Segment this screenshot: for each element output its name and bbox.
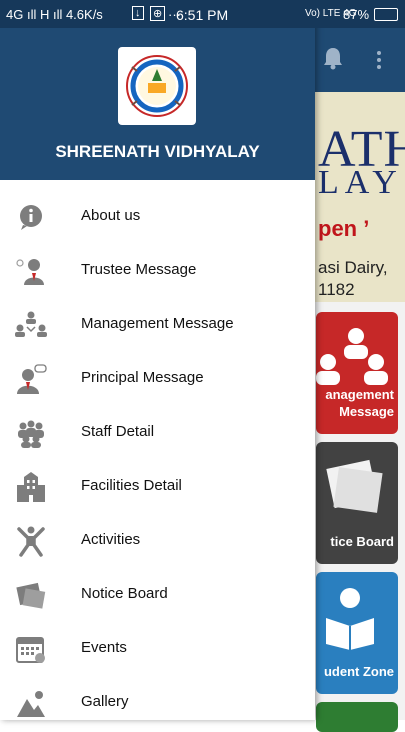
tile-student-zone[interactable]: udent Zone (316, 572, 398, 694)
calendar-icon (16, 637, 45, 663)
tile-label: tice Board (330, 534, 394, 549)
drawer-menu: About us Trustee Message Management Mess… (0, 190, 315, 730)
staff-icon (18, 420, 44, 448)
data-saver-icon: ⊕ (150, 6, 166, 21)
notice-icon (16, 582, 46, 609)
school-logo-emblem (126, 55, 188, 117)
building-icon (17, 472, 45, 502)
menu-item-trustee-message[interactable]: Trustee Message (0, 244, 315, 298)
menu-item-about-us[interactable]: About us (0, 190, 315, 244)
menu-label: Trustee Message (81, 261, 197, 278)
menu-label: Management Message (81, 315, 234, 332)
menu-item-activities[interactable]: Activities (0, 514, 315, 568)
principal-icon (17, 364, 47, 394)
menu-label: Events (81, 639, 127, 656)
menu-item-notice-board[interactable]: Notice Board (0, 568, 315, 622)
notification-bell-icon[interactable] (322, 46, 344, 70)
banner-phone: 1182 (318, 280, 355, 299)
activities-icon (17, 526, 45, 557)
tile-label: anagement Message (325, 387, 394, 419)
status-bar: 4G ıll H ıll 4.6K/s ↓ ⊕ ··· 6:51 PM Vo) … (0, 0, 405, 28)
menu-label: Facilities Detail (81, 477, 182, 494)
battery-percent: 87% (343, 7, 370, 22)
battery-icon (374, 8, 398, 21)
network-status: 4G ıll H ıll 4.6K/s (6, 7, 103, 22)
drawer-header: SHREENATH VIDHYALAY (0, 28, 315, 180)
student-tile-icon (326, 588, 374, 650)
menu-item-gallery[interactable]: Gallery (0, 676, 315, 730)
banner-subtitle: LAY (318, 164, 403, 201)
clock: 6:51 PM (176, 7, 229, 23)
menu-item-principal-message[interactable]: Principal Message (0, 352, 315, 406)
school-name: SHREENATH VIDHYALAY (55, 142, 260, 161)
menu-item-facilities-detail[interactable]: Facilities Detail (0, 460, 315, 514)
gallery-icon (17, 691, 45, 717)
school-logo (118, 47, 196, 125)
menu-label: Gallery (81, 693, 129, 710)
menu-label: Principal Message (81, 369, 204, 386)
trustee-icon (16, 259, 44, 285)
management-icon (15, 311, 47, 337)
management-tile-icon (316, 328, 388, 385)
navigation-drawer: SHREENATH VIDHYALAY About us Trustee Mes… (0, 0, 315, 720)
tile-management-message[interactable]: anagement Message (316, 312, 398, 434)
tile-label: udent Zone (323, 664, 394, 679)
menu-item-events[interactable]: Events (0, 622, 315, 676)
menu-label: Staff Detail (81, 423, 155, 440)
menu-label: Notice Board (81, 585, 168, 602)
banner-address: asi Dairy, (318, 258, 388, 277)
download-icon: ↓ (132, 6, 144, 20)
overflow-menu-icon[interactable] (374, 48, 384, 72)
menu-item-management-message[interactable]: Management Message (0, 298, 315, 352)
banner-tagline: pen ’ (318, 216, 370, 241)
notice-tile-icon (326, 459, 383, 513)
tile-next[interactable] (316, 702, 398, 732)
menu-label: About us (81, 207, 141, 224)
tile-notice-board[interactable]: tice Board (316, 442, 398, 564)
info-icon (20, 205, 42, 230)
menu-label: Activities (81, 531, 141, 548)
menu-item-staff-detail[interactable]: Staff Detail (0, 406, 315, 460)
